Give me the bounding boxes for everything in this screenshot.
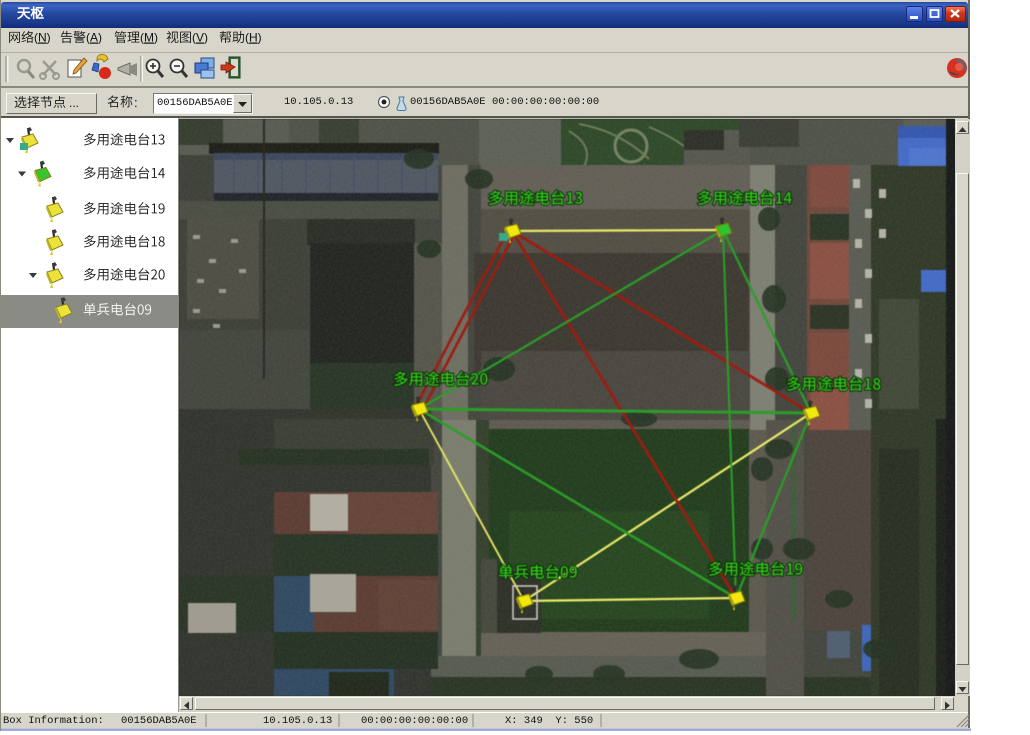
- svg-text:(H): (H): [245, 31, 262, 45]
- svg-text:(N): (N): [34, 31, 51, 45]
- svg-text:(V): (V): [192, 31, 208, 45]
- svg-text::: :: [134, 95, 138, 110]
- svg-text:...: ...: [69, 96, 79, 110]
- svg-text:(A): (A): [86, 31, 102, 45]
- svg-text:(M): (M): [140, 31, 158, 45]
